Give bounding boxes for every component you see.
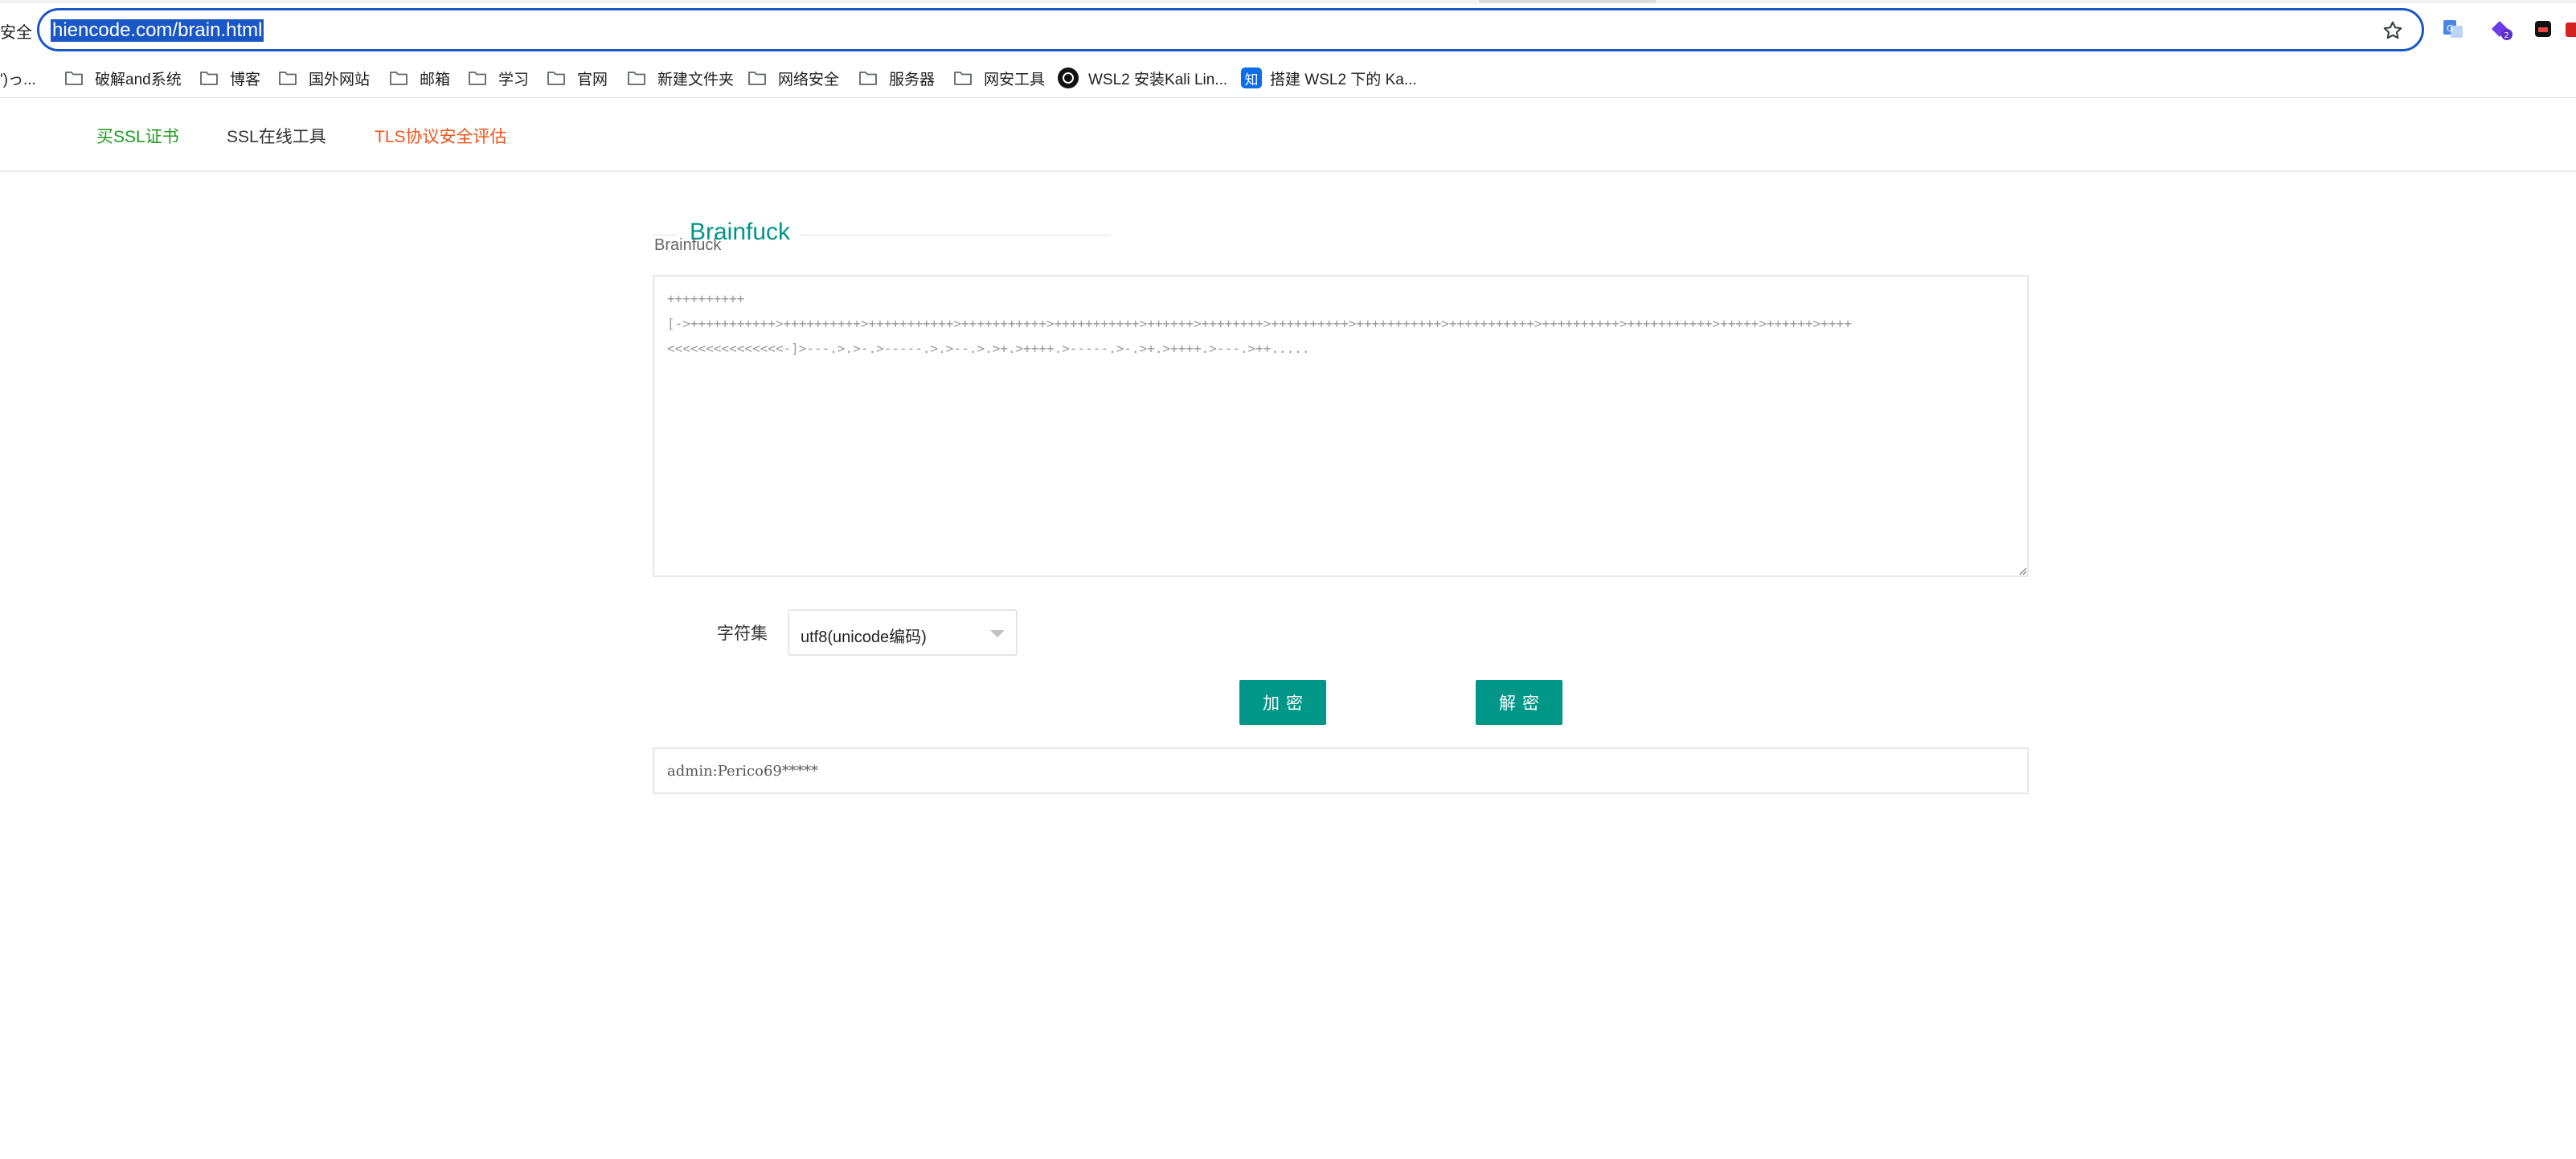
nav-tls-eval-link[interactable]: TLS协议安全评估 xyxy=(375,124,507,148)
bookmark-label: 官网 xyxy=(577,71,608,88)
nav-buy-ssl-link[interactable]: 买SSL证书 xyxy=(96,124,179,148)
result-output[interactable]: admin:Perico69***** xyxy=(653,747,2029,794)
bookmark-label: 新建文件夹 xyxy=(657,71,735,88)
charset-label: 字符集 xyxy=(717,625,768,643)
folder-icon xyxy=(65,72,83,85)
folder-icon xyxy=(859,72,877,85)
tab-strip-edge xyxy=(0,0,2576,3)
bookmark-star-icon[interactable] xyxy=(2381,19,2404,42)
brainfuck-field-label: Brainfuck xyxy=(654,236,722,254)
bookmark-item[interactable]: 破解and系统 xyxy=(64,65,182,91)
nav-ssl-tools-link[interactable]: SSL在线工具 xyxy=(227,124,326,148)
bookmark-label: 破解and系统 xyxy=(95,71,182,88)
bookmark-item[interactable]: 服务器 xyxy=(858,65,935,91)
folder-icon xyxy=(954,72,972,85)
section-title: Brainfuck xyxy=(653,196,1111,245)
folder-icon xyxy=(628,72,645,85)
encrypt-button[interactable]: 加密 xyxy=(1239,680,1326,725)
folder-icon xyxy=(748,72,766,85)
decrypt-button[interactable]: 解密 xyxy=(1476,680,1562,725)
folder-icon xyxy=(547,72,565,85)
bookmark-item[interactable]: ')っ... xyxy=(0,65,36,91)
purple-extension-icon[interactable]: 2 xyxy=(2488,16,2514,42)
bookmark-item[interactable]: WSL2 安装Kali Lin... xyxy=(1058,65,1227,91)
svg-text:2: 2 xyxy=(2504,31,2509,40)
folder-icon xyxy=(279,72,297,85)
zhihu-icon: 知 xyxy=(1241,68,1262,88)
result-text: admin:Perico69***** xyxy=(667,763,818,780)
bookmark-item[interactable]: 国外网站 xyxy=(278,65,370,91)
dark-extension-icon[interactable] xyxy=(2530,16,2556,42)
red-extension-icon[interactable] xyxy=(2564,16,2576,42)
bookmark-label: 搭建 WSL2 下的 Ka... xyxy=(1270,71,1417,88)
bookmark-item[interactable]: 网安工具 xyxy=(953,65,1045,91)
folder-icon xyxy=(469,72,486,85)
translate-extension-icon[interactable]: G xyxy=(2440,16,2466,42)
tab-hint xyxy=(1479,0,1656,3)
bookmark-label: 网安工具 xyxy=(984,71,1046,88)
bookmark-label: 学习 xyxy=(498,71,530,88)
charset-select[interactable]: utf8(unicode编码) xyxy=(788,609,1018,656)
bookmark-label: ')っ... xyxy=(0,71,36,88)
bookmark-label: 邮箱 xyxy=(420,71,451,88)
bookmark-label: 网络安全 xyxy=(778,71,840,88)
bookmark-label: WSL2 安装Kali Lin... xyxy=(1088,71,1228,88)
bookmark-item[interactable]: 官网 xyxy=(547,65,608,91)
charset-selected-value[interactable]: utf8(unicode编码) xyxy=(801,624,927,647)
folder-icon xyxy=(200,72,218,85)
brainfuck-code-textarea[interactable] xyxy=(653,275,2029,577)
browser-toolbar: 安全 hiencode.com/brain.html G 2 xyxy=(0,0,2576,58)
bookmark-item[interactable]: 博客 xyxy=(199,65,260,91)
security-label[interactable]: 安全 xyxy=(0,19,32,43)
bookmark-label: 博客 xyxy=(230,71,261,88)
folder-icon xyxy=(390,72,407,85)
bookmark-item[interactable]: 学习 xyxy=(468,65,529,91)
dropdown-arrow-icon[interactable] xyxy=(990,630,1005,637)
address-bar[interactable]: hiencode.com/brain.html xyxy=(37,8,2424,51)
svg-text:G: G xyxy=(2447,23,2454,34)
bookmark-item[interactable]: 新建文件夹 xyxy=(627,65,734,91)
bookmark-item[interactable]: 网络安全 xyxy=(747,65,839,91)
site-icon xyxy=(1058,68,1079,88)
bookmark-label: 国外网站 xyxy=(309,71,371,88)
bookmark-item[interactable]: 邮箱 xyxy=(389,65,450,91)
site-nav: 买SSL证书 SSL在线工具 TLS协议安全评估 xyxy=(0,98,2576,172)
url-text[interactable]: hiencode.com/brain.html xyxy=(51,19,264,42)
bookmark-item[interactable]: 知搭建 WSL2 下的 Ka... xyxy=(1241,65,1417,91)
resize-grip-icon[interactable] xyxy=(2016,564,2027,575)
bookmark-label: 服务器 xyxy=(889,71,936,88)
bookmarks-bar: ')っ... 破解and系统 博客 国外网站 邮箱 学习 官网 新建文件夹 网络安全 服务器 网安工… xyxy=(0,58,2576,98)
